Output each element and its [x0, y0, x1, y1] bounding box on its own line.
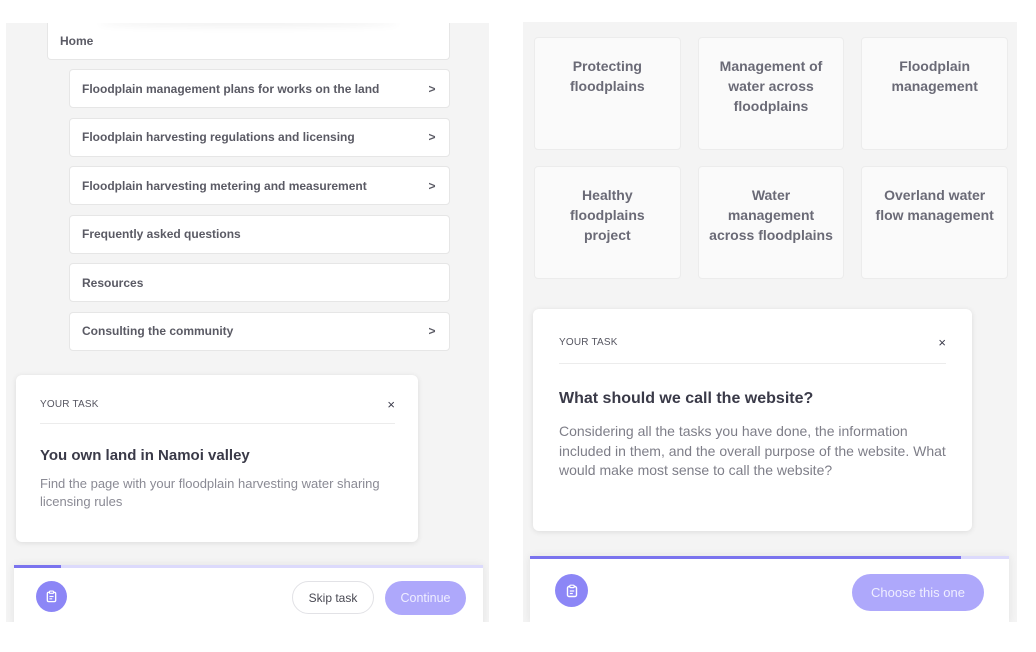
nav-item-label: Floodplain harvesting metering and measu…: [82, 178, 367, 193]
card-row: Protecting floodplains Management of wat…: [534, 37, 1009, 150]
name-option-card[interactable]: Protecting floodplains: [534, 37, 681, 150]
task-header: YOUR TASK ×: [559, 309, 946, 364]
nav-home-label: Home: [60, 34, 94, 48]
name-option-card[interactable]: Floodplain management: [861, 37, 1009, 150]
chevron-right-icon: >: [428, 81, 436, 96]
task-title: What should we call the website?: [559, 390, 814, 407]
nav-item-label: Floodplain management plans for works on…: [82, 81, 380, 96]
nav-item-label: Floodplain harvesting regulations and li…: [82, 130, 355, 144]
task-label: YOUR TASK: [40, 398, 99, 410]
left-screen: Home Floodplain management plans for wor…: [6, 23, 489, 622]
clipboard-icon: [566, 584, 577, 597]
chevron-right-icon: >: [428, 324, 436, 338]
task-label: YOUR TASK: [559, 336, 618, 348]
nav-item-label: Resources: [82, 275, 144, 290]
task-description: Considering all the tasks you have done,…: [559, 423, 946, 478]
nav-home-item[interactable]: Home: [47, 23, 450, 60]
progress-fill: [14, 565, 61, 568]
chevron-right-icon: >: [428, 178, 436, 193]
name-option-card[interactable]: Overland water flow management: [861, 166, 1009, 279]
nav-item[interactable]: Floodplain harvesting regulations and li…: [69, 117, 450, 157]
task-description: Find the page with your floodplain harve…: [40, 476, 380, 509]
task-card: YOUR TASK × What should we call the webs…: [533, 309, 972, 531]
nav-item[interactable]: Resources: [69, 263, 450, 302]
clipboard-icon: [46, 590, 57, 603]
nav-item[interactable]: Frequently asked questions: [69, 214, 450, 254]
name-option-card[interactable]: Management of water across floodplains: [697, 37, 845, 150]
task-header: YOUR TASK ×: [40, 375, 395, 424]
task-toggle-button[interactable]: [36, 581, 67, 612]
task-footer: Choose this one: [530, 556, 1009, 622]
nav-item-label: Frequently asked questions: [82, 227, 241, 241]
continue-button[interactable]: Continue: [385, 581, 466, 615]
nav-item[interactable]: Floodplain harvesting metering and measu…: [69, 166, 450, 205]
name-option-card[interactable]: Healthy floodplains project: [534, 166, 681, 279]
chevron-right-icon: >: [428, 130, 436, 144]
nav-item[interactable]: Consulting the community >: [69, 311, 450, 351]
progress-track: [530, 556, 1009, 559]
card-row: Healthy floodplains project Water manage…: [534, 166, 1009, 279]
skip-task-button[interactable]: Skip task: [292, 581, 374, 614]
progress-fill: [530, 556, 962, 559]
nav-list: Floodplain management plans for works on…: [69, 69, 450, 360]
right-screen: Protecting floodplains Management of wat…: [523, 22, 1017, 622]
task-title: You own land in Namoi valley: [40, 447, 250, 464]
close-icon[interactable]: ×: [938, 336, 946, 349]
task-toggle-button[interactable]: [555, 574, 588, 607]
progress-track: [14, 565, 483, 568]
nav-item-label: Consulting the community: [82, 324, 234, 338]
name-options-grid: Protecting floodplains Management of wat…: [534, 37, 1009, 295]
choose-this-one-button[interactable]: Choose this one: [852, 574, 984, 611]
task-footer: Skip task Continue: [14, 565, 483, 622]
task-card: YOUR TASK × You own land in Namoi valley…: [16, 375, 418, 542]
nav-item[interactable]: Floodplain management plans for works on…: [69, 69, 450, 108]
name-option-card[interactable]: Water management across floodplains: [697, 166, 845, 279]
close-icon[interactable]: ×: [387, 398, 395, 411]
